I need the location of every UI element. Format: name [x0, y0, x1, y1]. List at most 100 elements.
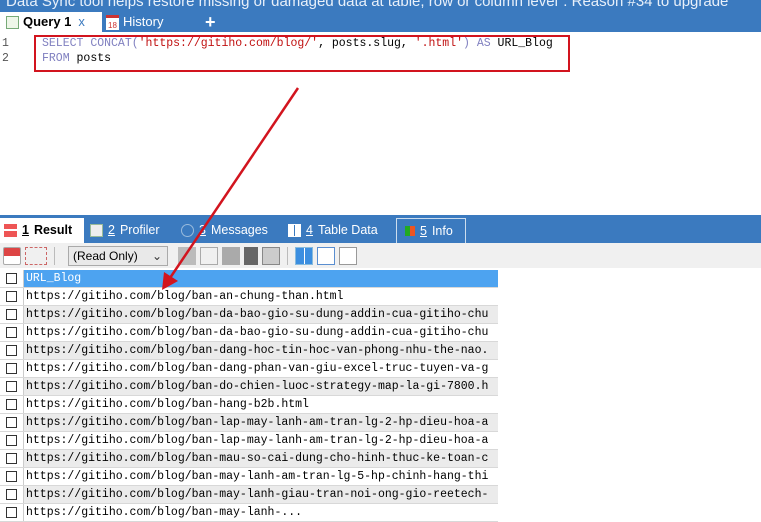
row-checkbox[interactable] — [0, 378, 24, 395]
table-row[interactable]: https://gitiho.com/blog/ban-da-bao-gio-s… — [0, 306, 498, 324]
table-row[interactable]: https://gitiho.com/blog/ban-mau-so-cai-d… — [0, 450, 498, 468]
tab-table-data[interactable]: 4 Table Data — [288, 218, 378, 243]
table-row[interactable]: https://gitiho.com/blog/ban-an-chung-tha… — [0, 288, 498, 306]
form-view-icon[interactable] — [317, 246, 335, 265]
checkbox-icon — [6, 345, 17, 356]
checkbox-icon — [6, 471, 17, 482]
table-row[interactable]: https://gitiho.com/blog/ban-may-lanh-gia… — [0, 486, 498, 504]
checkbox-icon — [6, 381, 17, 392]
table-row[interactable]: https://gitiho.com/blog/ban-dang-phan-va… — [0, 360, 498, 378]
copy-icon[interactable] — [200, 246, 218, 265]
tab-messages[interactable]: 3 Messages — [181, 218, 268, 243]
highlight-box — [34, 35, 570, 72]
row-checkbox[interactable] — [0, 288, 24, 305]
row-checkbox[interactable] — [0, 450, 24, 467]
table-row[interactable]: https://gitiho.com/blog/ban-dang-hoc-tin… — [0, 342, 498, 360]
upgrade-banner[interactable]: Data Sync tool helps restore missing or … — [0, 0, 761, 12]
checkbox-icon — [6, 273, 17, 284]
column-select-icon[interactable] — [25, 246, 47, 265]
table-cell[interactable]: https://gitiho.com/blog/ban-dang-phan-va… — [24, 360, 498, 377]
table-row[interactable]: https://gitiho.com/blog/ban-hang-b2b.htm… — [0, 396, 498, 414]
table-row[interactable]: https://gitiho.com/blog/ban-do-chien-luo… — [0, 378, 498, 396]
tab-profiler[interactable]: 2 Profiler — [90, 218, 160, 243]
row-checkbox[interactable] — [0, 342, 24, 359]
table-row[interactable]: https://gitiho.com/blog/ban-may-lanh-... — [0, 504, 498, 522]
table-cell[interactable]: https://gitiho.com/blog/ban-an-chung-tha… — [24, 288, 498, 305]
row-checkbox[interactable] — [0, 432, 24, 449]
row-checkbox[interactable] — [0, 396, 24, 413]
result-icon — [4, 224, 17, 237]
sql-editor[interactable]: 1 2 SELECT CONCAT('https://gitiho.com/bl… — [0, 32, 761, 215]
add-row-icon[interactable] — [3, 246, 21, 265]
table-cell[interactable]: https://gitiho.com/blog/ban-lap-may-lanh… — [24, 432, 498, 449]
result-grid[interactable]: URL_Blog https://gitiho.com/blog/ban-an-c… — [0, 270, 498, 522]
row-checkbox[interactable] — [0, 306, 24, 323]
table-cell[interactable]: https://gitiho.com/blog/ban-hang-b2b.htm… — [24, 396, 498, 413]
tab-label: Table Data — [317, 223, 378, 237]
table-cell[interactable]: https://gitiho.com/blog/ban-mau-so-cai-d… — [24, 450, 498, 467]
tab-history[interactable]: 18 History — [106, 12, 163, 32]
line-number: 2 — [2, 52, 9, 65]
chevron-down-icon: ⌄ — [151, 248, 162, 263]
table-cell[interactable]: https://gitiho.com/blog/ban-may-lanh-... — [24, 504, 498, 521]
tab-number: 2 — [108, 223, 115, 237]
column-header[interactable]: URL_Blog — [24, 270, 498, 287]
row-checkbox[interactable] — [0, 324, 24, 341]
result-tab-bar: 1 Result 2 Profiler 3 Messages 4 Table Data … — [0, 215, 761, 243]
delete-icon[interactable] — [244, 246, 258, 265]
table-row[interactable]: https://gitiho.com/blog/ban-may-lanh-am-… — [0, 468, 498, 486]
checkbox-icon — [6, 309, 17, 320]
checkbox-icon — [6, 489, 17, 500]
tab-label: History — [123, 14, 164, 29]
line-number: 1 — [2, 37, 9, 50]
new-tab-button[interactable]: + — [205, 12, 216, 32]
row-checkbox[interactable] — [0, 270, 24, 287]
grid-view-icon[interactable] — [295, 246, 313, 265]
info-chart-icon — [405, 226, 415, 236]
checkbox-icon — [6, 417, 17, 428]
checkbox-icon — [6, 507, 17, 518]
tab-number: 5 — [420, 223, 427, 238]
cancel-icon[interactable] — [262, 246, 280, 265]
tab-label: Result — [33, 223, 73, 237]
read-only-select[interactable]: (Read Only) ⌄ — [68, 245, 168, 266]
table-cell[interactable]: https://gitiho.com/blog/ban-may-lanh-am-… — [24, 468, 498, 485]
grid-icon[interactable] — [178, 246, 196, 265]
grid-header-row[interactable]: URL_Blog — [0, 270, 498, 288]
checkbox-icon — [6, 363, 17, 374]
table-cell[interactable]: https://gitiho.com/blog/ban-da-bao-gio-s… — [24, 324, 498, 341]
checkbox-icon — [6, 399, 17, 410]
tab-result[interactable]: 1 Result — [0, 218, 84, 243]
table-cell[interactable]: https://gitiho.com/blog/ban-may-lanh-gia… — [24, 486, 498, 503]
close-icon[interactable]: x — [78, 12, 85, 32]
tab-number: 4 — [306, 223, 313, 237]
table-icon — [288, 224, 301, 237]
tab-info[interactable]: 5 Info — [396, 218, 466, 243]
checkbox-icon — [6, 291, 17, 302]
text-view-icon[interactable] — [339, 246, 357, 265]
table-row[interactable]: https://gitiho.com/blog/ban-lap-may-lanh… — [0, 432, 498, 450]
table-cell[interactable]: https://gitiho.com/blog/ban-lap-may-lanh… — [24, 414, 498, 431]
row-checkbox[interactable] — [0, 414, 24, 431]
table-cell[interactable]: https://gitiho.com/blog/ban-do-chien-luo… — [24, 378, 498, 395]
table-cell[interactable]: https://gitiho.com/blog/ban-dang-hoc-tin… — [24, 342, 498, 359]
save-icon[interactable] — [222, 246, 240, 265]
separator — [287, 246, 288, 265]
table-cell[interactable]: https://gitiho.com/blog/ban-da-bao-gio-s… — [24, 306, 498, 323]
tab-label: Info — [431, 223, 453, 238]
tab-query-1[interactable]: Query 1 x — [0, 12, 102, 32]
table-row[interactable]: https://gitiho.com/blog/ban-da-bao-gio-s… — [0, 324, 498, 342]
row-checkbox[interactable] — [0, 468, 24, 485]
row-checkbox[interactable] — [0, 504, 24, 521]
tab-number: 1 — [22, 223, 29, 237]
checkbox-icon — [6, 327, 17, 338]
checkbox-icon — [6, 435, 17, 446]
tab-label: Profiler — [119, 223, 160, 237]
row-checkbox[interactable] — [0, 486, 24, 503]
result-toolbar: (Read Only) ⌄ — [0, 243, 761, 268]
row-checkbox[interactable] — [0, 360, 24, 377]
calendar-icon: 18 — [106, 14, 119, 30]
table-row[interactable]: https://gitiho.com/blog/ban-lap-may-lanh… — [0, 414, 498, 432]
profiler-icon — [90, 224, 103, 237]
select-value: (Read Only) — [73, 248, 138, 263]
